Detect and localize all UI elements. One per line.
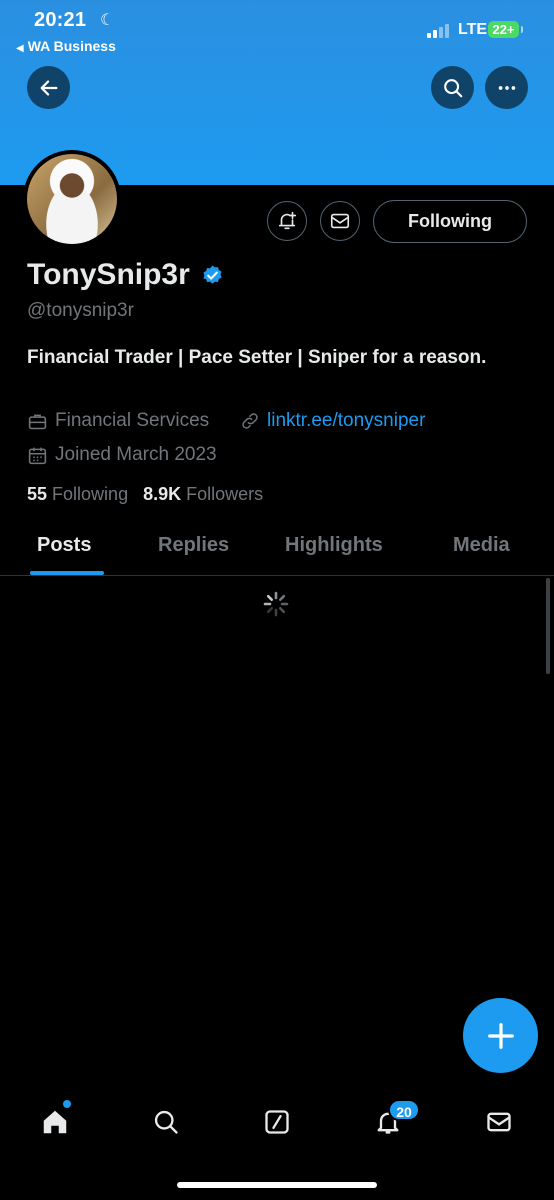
calendar-icon bbox=[28, 447, 47, 464]
nav-home[interactable] bbox=[33, 1100, 77, 1144]
followers-count: 8.9K bbox=[143, 484, 182, 504]
nav-messages[interactable] bbox=[477, 1100, 521, 1144]
scrollbar[interactable] bbox=[546, 578, 550, 674]
following-label: Following bbox=[52, 484, 129, 504]
signal-icon bbox=[427, 24, 453, 38]
follow-counts: 55 Following 8.9K Followers bbox=[27, 484, 263, 505]
messages-icon bbox=[487, 1112, 511, 1132]
tab-media[interactable]: Media bbox=[453, 534, 510, 557]
profile-joined: Joined March 2023 bbox=[27, 444, 217, 466]
profile-bio: Financial Trader | Pace Setter | Sniper … bbox=[27, 347, 487, 368]
grok-icon bbox=[265, 1110, 289, 1134]
following-count-link[interactable]: 55 Following bbox=[27, 484, 128, 504]
back-button[interactable] bbox=[27, 66, 70, 109]
status-bar: 20:21 ☾ ◀ WA Business LTE 22+ bbox=[0, 0, 554, 60]
home-icon bbox=[43, 1110, 67, 1134]
tab-highlights[interactable]: Highlights bbox=[285, 534, 383, 557]
envelope-icon bbox=[330, 213, 350, 229]
link-icon bbox=[242, 413, 258, 429]
nav-search[interactable] bbox=[144, 1100, 188, 1144]
compose-post-button[interactable] bbox=[463, 998, 538, 1073]
followers-label: Followers bbox=[186, 484, 264, 504]
nav-grok[interactable] bbox=[255, 1100, 299, 1144]
joined-label: Joined March 2023 bbox=[55, 444, 217, 465]
verified-badge-icon bbox=[203, 265, 222, 284]
profile-website[interactable]: linktr.ee/tonysniper bbox=[240, 410, 425, 432]
search-button[interactable] bbox=[431, 66, 474, 109]
status-time: 20:21 bbox=[34, 9, 87, 31]
loading-spinner-icon bbox=[263, 591, 289, 617]
back-to-app-link[interactable]: ◀ WA Business bbox=[16, 38, 116, 54]
bell-plus-icon bbox=[278, 211, 297, 230]
plus-icon bbox=[487, 1022, 514, 1049]
following-button[interactable]: Following bbox=[373, 200, 527, 243]
search-icon bbox=[443, 78, 462, 97]
network-label: LTE bbox=[458, 21, 488, 38]
tab-divider bbox=[0, 575, 554, 576]
notifications-badge: 20 bbox=[388, 1099, 420, 1121]
more-button[interactable] bbox=[485, 66, 528, 109]
message-button[interactable] bbox=[320, 201, 360, 241]
followers-count-link[interactable]: 8.9K Followers bbox=[143, 484, 263, 504]
avatar-image bbox=[27, 154, 117, 244]
back-app-label: WA Business bbox=[27, 38, 116, 54]
following-count: 55 bbox=[27, 484, 48, 504]
arrow-left-icon bbox=[40, 79, 57, 96]
category-label: Financial Services bbox=[55, 410, 210, 431]
briefcase-icon bbox=[28, 414, 47, 429]
website-link[interactable]: linktr.ee/tonysniper bbox=[267, 410, 425, 432]
avatar[interactable] bbox=[23, 150, 121, 248]
notifications-button[interactable] bbox=[267, 201, 307, 241]
battery-icon: 22+ bbox=[488, 21, 523, 38]
home-indicator bbox=[177, 1182, 377, 1188]
back-triangle-icon: ◀ bbox=[16, 43, 24, 54]
handle: @tonysnip3r bbox=[27, 300, 134, 321]
moon-icon: ☾ bbox=[100, 12, 115, 29]
profile-category: Financial Services bbox=[27, 410, 209, 432]
search-icon bbox=[154, 1110, 178, 1134]
home-unread-dot bbox=[63, 1100, 71, 1108]
display-name: TonySnip3r bbox=[27, 258, 190, 291]
tab-posts[interactable]: Posts bbox=[37, 534, 91, 557]
more-horizontal-icon bbox=[498, 85, 515, 90]
tab-replies[interactable]: Replies bbox=[158, 534, 229, 557]
battery-level: 22+ bbox=[492, 22, 515, 37]
